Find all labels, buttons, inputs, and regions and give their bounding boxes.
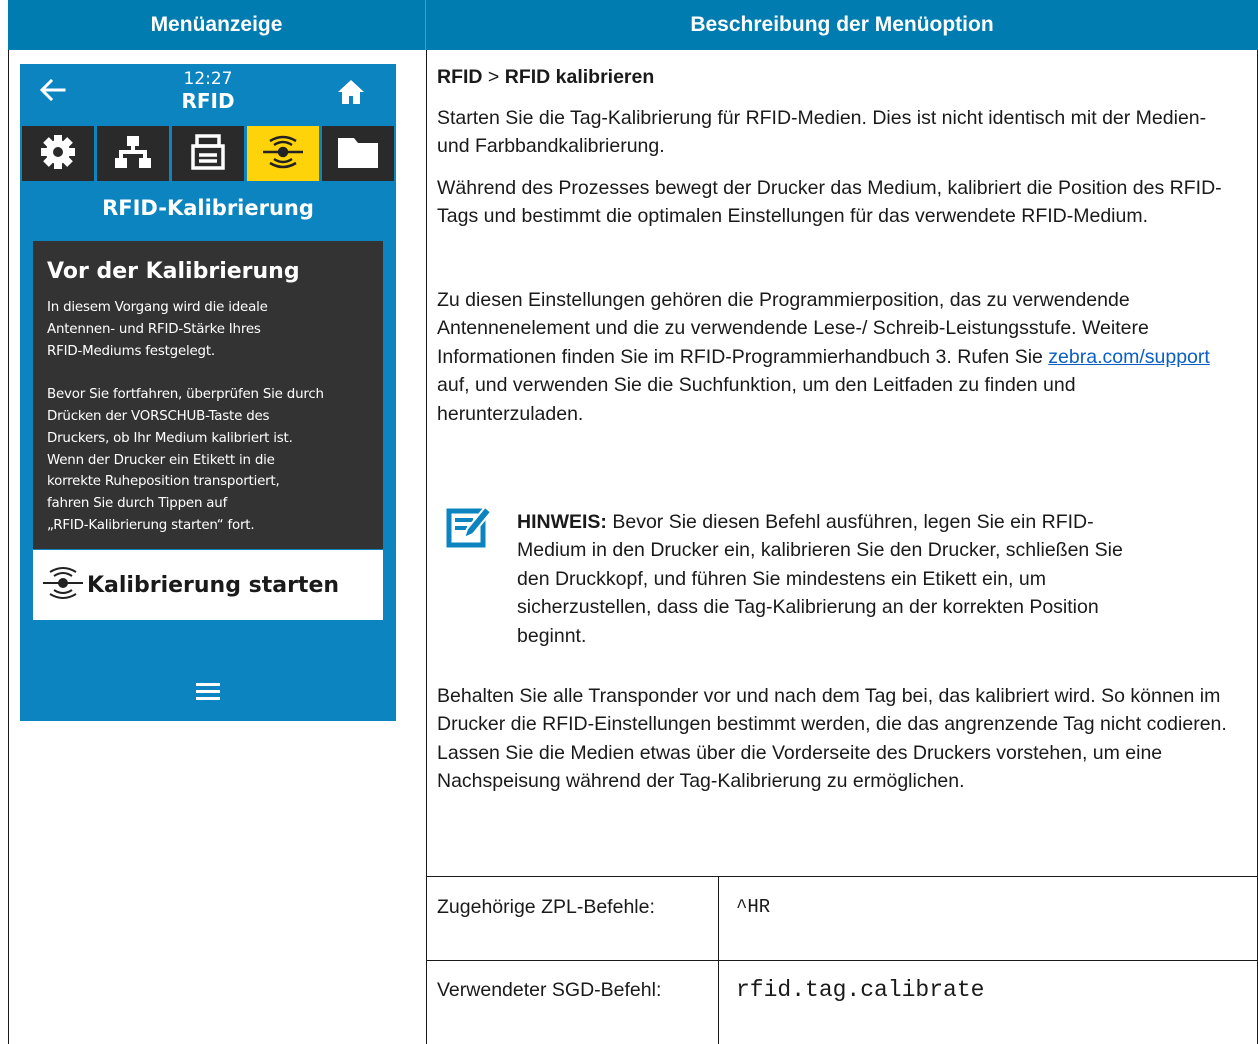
sgd-value: rfid.tag.calibrate xyxy=(736,977,985,1003)
folder-icon xyxy=(336,134,380,174)
note-text: HINWEIS: Bevor Sie diesen Befehl ausführ… xyxy=(517,511,1123,647)
paragraph-process: Während des Prozesses bewegt der Drucker… xyxy=(437,177,1222,228)
tab-print[interactable] xyxy=(172,126,244,181)
tab-storage[interactable] xyxy=(322,126,394,181)
network-icon xyxy=(114,133,152,175)
support-link[interactable]: zebra.com/support xyxy=(1048,346,1210,368)
breadcrumb: RFID > RFID kalibrieren xyxy=(437,66,655,88)
gear-icon xyxy=(39,133,77,175)
column-header-description: Beschreibung der Menüoption xyxy=(426,0,1258,50)
status-bar: 12:27 RFID xyxy=(20,64,396,123)
info-title: Vor der Kalibrierung xyxy=(47,259,300,284)
printer-display: 12:27 RFID RFID-Kalibrierung Vor der Kal… xyxy=(20,64,396,721)
home-icon[interactable] xyxy=(336,78,366,110)
table-row-divider-1 xyxy=(426,876,1258,877)
zpl-label: Zugehörige ZPL-Befehle: xyxy=(437,896,655,918)
hamburger-menu-icon[interactable] xyxy=(196,682,220,704)
rfid-icon xyxy=(41,564,85,606)
info-panel: Vor der Kalibrierung In diesem Vorgang w… xyxy=(33,241,383,549)
table-row-divider-2 xyxy=(426,960,1258,961)
table-border-middle xyxy=(426,50,427,1044)
section-title: RFID-Kalibrierung xyxy=(102,196,314,220)
start-calibration-label: Kalibrierung starten xyxy=(87,572,340,598)
column-header-menu-display: Menüanzeige xyxy=(8,0,426,50)
info-text: In diesem Vorgang wird die ideale Antenn… xyxy=(47,300,324,533)
paragraph-transponders: Behalten Sie alle Transponder vor und na… xyxy=(437,685,1227,793)
tab-settings[interactable] xyxy=(22,126,94,181)
menu-tabs xyxy=(20,123,396,184)
tab-rfid[interactable] xyxy=(247,126,319,181)
printer-icon xyxy=(189,133,227,175)
tab-network[interactable] xyxy=(97,126,169,181)
zpl-value: ^HR xyxy=(736,896,771,918)
paragraph-intro: Starten Sie die Tag-Kalibrierung für RFI… xyxy=(437,107,1207,158)
start-calibration-button[interactable]: Kalibrierung starten xyxy=(33,550,383,620)
note-icon xyxy=(446,502,493,553)
sgd-label: Verwendeter SGD-Befehl: xyxy=(437,979,662,1001)
paragraph-settings: Zu diesen Einstellungen gehören die Prog… xyxy=(437,289,1210,425)
rfid-icon xyxy=(261,133,305,175)
table-border-left xyxy=(8,50,9,1044)
table-cell-divider xyxy=(718,876,719,1044)
